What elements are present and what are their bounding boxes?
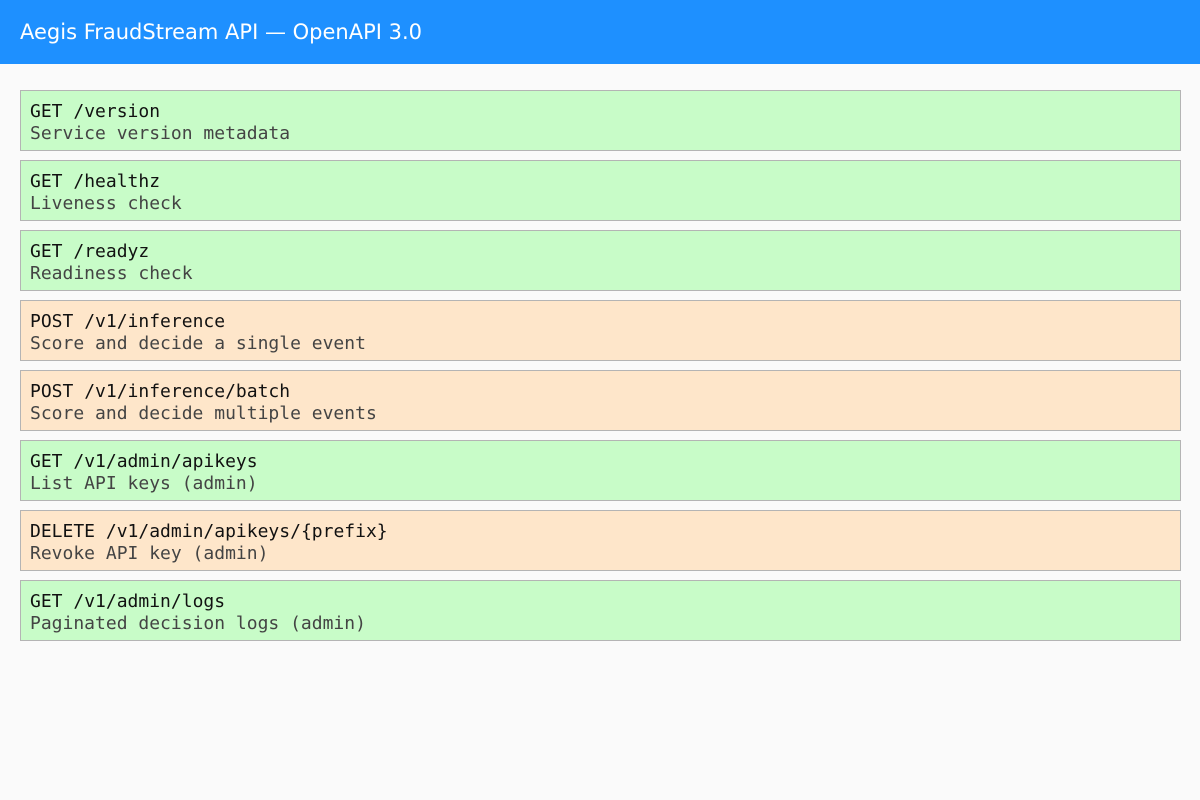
- http-method: DELETE: [30, 521, 96, 542]
- endpoint-signature: GET /version: [30, 101, 1171, 123]
- endpoint-signature: GET /v1/admin/apikeys: [30, 451, 1171, 473]
- http-method: POST: [30, 381, 74, 402]
- endpoint-path: /readyz: [73, 241, 150, 262]
- endpoint-post-inference[interactable]: POST /v1/inference Score and decide a si…: [20, 300, 1181, 361]
- http-method: POST: [30, 311, 74, 332]
- http-method: GET: [30, 591, 63, 612]
- endpoint-signature: POST /v1/inference: [30, 311, 1171, 333]
- endpoint-signature: DELETE /v1/admin/apikeys/{prefix}: [30, 521, 1171, 543]
- endpoint-path: /v1/admin/apikeys: [73, 451, 258, 472]
- endpoint-summary: Readiness check: [30, 263, 193, 284]
- endpoint-path: /v1/admin/logs: [73, 591, 226, 612]
- endpoint-signature: GET /readyz: [30, 241, 1171, 263]
- http-method: GET: [30, 101, 63, 122]
- endpoint-summary: Service version metadata: [30, 123, 291, 144]
- endpoint-summary: Liveness check: [30, 193, 182, 214]
- http-method: GET: [30, 451, 63, 472]
- endpoint-get-version[interactable]: GET /version Service version metadata: [20, 90, 1181, 151]
- endpoint-path: /v1/admin/apikeys/{prefix}: [105, 521, 388, 542]
- endpoint-post-inference-batch[interactable]: POST /v1/inference/batch Score and decid…: [20, 370, 1181, 431]
- endpoint-signature: GET /healthz: [30, 171, 1171, 193]
- endpoint-path: /version: [73, 101, 161, 122]
- endpoint-signature: GET /v1/admin/logs: [30, 591, 1171, 613]
- endpoint-get-readyz[interactable]: GET /readyz Readiness check: [20, 230, 1181, 291]
- http-method: GET: [30, 171, 63, 192]
- http-method: GET: [30, 241, 63, 262]
- top-bar: Aegis FraudStream API — OpenAPI 3.0: [0, 0, 1200, 64]
- endpoint-path: /v1/inference: [84, 311, 226, 332]
- endpoint-path: /v1/inference/batch: [84, 381, 291, 402]
- endpoint-get-healthz[interactable]: GET /healthz Liveness check: [20, 160, 1181, 221]
- endpoint-path: /healthz: [73, 171, 161, 192]
- endpoint-summary: List API keys (admin): [30, 473, 258, 494]
- endpoint-summary: Paginated decision logs (admin): [30, 613, 366, 634]
- endpoint-signature: POST /v1/inference/batch: [30, 381, 1171, 403]
- endpoint-list: GET /version Service version metadata GE…: [20, 90, 1181, 650]
- endpoint-get-admin-logs[interactable]: GET /v1/admin/logs Paginated decision lo…: [20, 580, 1181, 641]
- endpoint-summary: Revoke API key (admin): [30, 543, 269, 564]
- api-title: Aegis FraudStream API — OpenAPI 3.0: [20, 20, 423, 44]
- endpoint-summary: Score and decide multiple events: [30, 403, 377, 424]
- endpoint-get-admin-apikeys[interactable]: GET /v1/admin/apikeys List API keys (adm…: [20, 440, 1181, 501]
- endpoint-summary: Score and decide a single event: [30, 333, 366, 354]
- endpoint-delete-admin-apikey[interactable]: DELETE /v1/admin/apikeys/{prefix} Revoke…: [20, 510, 1181, 571]
